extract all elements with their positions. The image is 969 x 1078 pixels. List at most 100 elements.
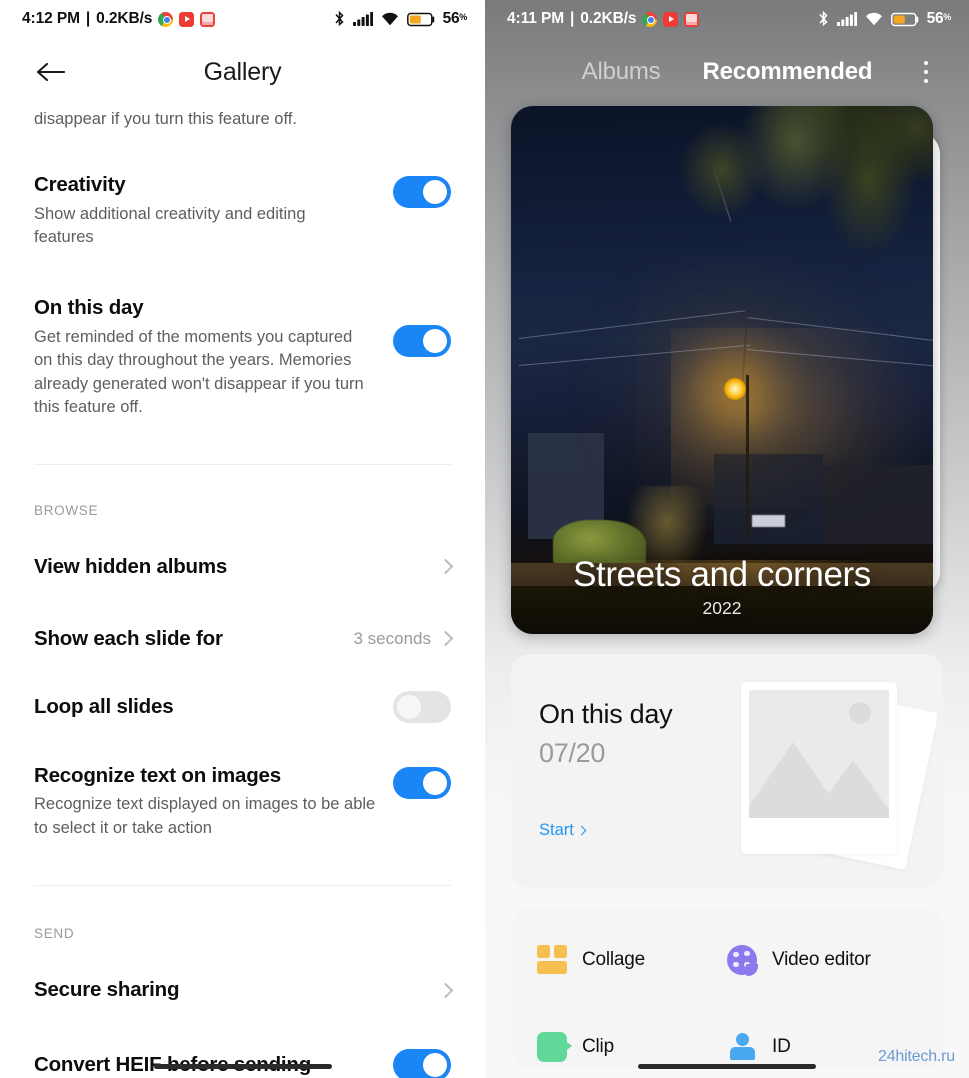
row-title: View hidden albums xyxy=(34,554,228,578)
setting-row-creativity[interactable]: Creativity Show additional creativity an… xyxy=(34,172,451,249)
signal-icon xyxy=(352,12,373,26)
recommended-content: Streets and corners 2022 On this day 07/… xyxy=(485,106,969,1068)
toggle-on-this-day[interactable] xyxy=(393,325,451,358)
id-photo-icon xyxy=(727,1032,757,1062)
status-bar-left-cluster: 4:12 PM | 0.2KB/s xyxy=(22,10,216,28)
status-separator: | xyxy=(85,10,91,27)
row-title: Show each slide for xyxy=(34,626,223,650)
start-label: Start xyxy=(539,821,574,839)
on-this-day-title: On this day xyxy=(539,699,673,729)
row-show-each-slide-for[interactable]: Show each slide for 3 seconds xyxy=(34,626,454,651)
battery-percent: 56% xyxy=(926,10,952,27)
gesture-navigation-bar[interactable] xyxy=(153,1064,332,1069)
kebab-menu-icon[interactable] xyxy=(911,55,941,89)
setting-row-on-this-day[interactable]: On this day Get reminded of the moments … xyxy=(34,295,451,419)
row-control xyxy=(437,558,454,575)
gallery-recommended-screen: 4:11 PM | 0.2KB/s 56% Albums Recommended… xyxy=(485,0,969,1078)
settings-top-bar: Gallery xyxy=(0,38,485,106)
tool-video-editor[interactable]: Video editor xyxy=(727,938,917,981)
group-label-send: SEND xyxy=(34,926,75,942)
utility-pole xyxy=(745,375,749,539)
album-hero-wrap: Streets and corners 2022 xyxy=(511,106,943,634)
status-bar-right: 4:11 PM | 0.2KB/s 56% xyxy=(485,0,969,38)
chrome-icon xyxy=(642,11,658,27)
chevron-right-icon xyxy=(437,982,454,998)
gallery-settings-screen: 4:12 PM | 0.2KB/s 56% Gallery disappear … xyxy=(0,0,485,1078)
toggle-creativity[interactable] xyxy=(393,175,451,208)
setting-description: Get reminded of the moments you captured… xyxy=(34,328,364,417)
on-this-day-start-link[interactable]: Start xyxy=(539,821,587,840)
tool-clip[interactable]: Clip xyxy=(537,1025,727,1068)
setting-title: Recognize text on images xyxy=(34,763,281,787)
on-this-day-card[interactable]: On this day 07/20 Start xyxy=(511,654,943,888)
tool-label: Video editor xyxy=(772,948,871,970)
back-button[interactable] xyxy=(31,53,69,91)
setting-row-recognize-text[interactable]: Recognize text on images Recognize text … xyxy=(34,763,451,840)
red-app-icon xyxy=(684,11,700,27)
building-center xyxy=(713,454,824,545)
row-title: Secure sharing xyxy=(34,978,180,1002)
photo-stack-illustration xyxy=(739,676,939,870)
toggle-knob xyxy=(423,770,447,795)
collage-icon xyxy=(537,944,567,975)
video-editor-icon xyxy=(727,944,758,976)
status-bar-right-cluster: 56% xyxy=(333,10,467,28)
row-view-hidden-albums[interactable]: View hidden albums xyxy=(34,554,454,579)
tool-label: Collage xyxy=(582,948,646,970)
setting-title: Creativity xyxy=(34,172,126,196)
clock-time: 4:11 PM xyxy=(507,10,565,27)
battery-icon xyxy=(890,12,918,26)
album-title: Streets and corners xyxy=(573,555,871,594)
partial-description-text: disappear if you turn this feature off. xyxy=(34,110,297,128)
toggle-knob xyxy=(423,179,447,204)
photo-front xyxy=(741,682,897,854)
lit-window xyxy=(751,515,786,527)
row-secure-sharing[interactable]: Secure sharing xyxy=(34,978,454,1002)
toggle-convert-heif[interactable] xyxy=(393,1049,451,1078)
setting-texts: On this day Get reminded of the moments … xyxy=(34,295,379,419)
tools-card: Collage Video editor Clip ID xyxy=(511,908,943,1068)
building-right xyxy=(823,465,933,545)
toggle-knob xyxy=(397,694,421,719)
tree-foliage xyxy=(675,106,933,333)
clip-icon xyxy=(537,1031,572,1062)
status-bar-left: 4:12 PM | 0.2KB/s 56% xyxy=(0,0,485,38)
status-bar-left-cluster: 4:11 PM | 0.2KB/s xyxy=(507,10,700,28)
tab-albums[interactable]: Albums xyxy=(582,58,661,86)
sun-icon xyxy=(849,702,871,724)
setting-description: Recognize text displayed on images to be… xyxy=(34,795,376,837)
page-title: Gallery xyxy=(203,57,282,86)
wifi-icon xyxy=(865,12,882,26)
album-card-streets-and-corners[interactable]: Streets and corners 2022 xyxy=(511,106,933,634)
setting-texts: Recognize text on images Recognize text … xyxy=(34,763,379,840)
tab-recommended[interactable]: Recommended xyxy=(702,58,872,86)
screenshot-root: 4:12 PM | 0.2KB/s 56% Gallery disappear … xyxy=(0,0,969,1078)
clock-time: 4:12 PM xyxy=(22,10,80,27)
watermark: 24hitech.ru xyxy=(878,1048,955,1065)
wifi-icon xyxy=(381,12,398,26)
youtube-icon xyxy=(663,11,679,27)
battery-percent: 56% xyxy=(442,10,468,27)
tool-label: ID xyxy=(772,1035,791,1057)
gesture-navigation-bar[interactable] xyxy=(638,1064,816,1069)
tool-collage[interactable]: Collage xyxy=(537,938,727,981)
row-loop-all-slides[interactable]: Loop all slides xyxy=(34,690,451,723)
chevron-right-icon xyxy=(576,825,587,836)
album-year: 2022 xyxy=(702,598,742,618)
setting-title: On this day xyxy=(34,296,144,320)
toggle-recognize-text[interactable] xyxy=(393,766,451,799)
row-title: Loop all slides xyxy=(34,694,174,718)
toggle-knob xyxy=(423,329,447,354)
row-control: 3 seconds xyxy=(354,629,454,649)
settings-list: disappear if you turn this feature off. … xyxy=(0,108,485,1078)
chevron-right-icon xyxy=(437,630,454,647)
network-speed: 0.2KB/s xyxy=(580,10,637,27)
chevron-right-icon xyxy=(437,558,454,575)
toggle-loop-all-slides[interactable] xyxy=(393,690,451,723)
row-control xyxy=(437,982,454,998)
youtube-icon xyxy=(179,11,195,27)
bluetooth-icon xyxy=(335,10,344,27)
setting-description: Show additional creativity and editing f… xyxy=(34,204,306,246)
mountain-shape xyxy=(811,760,889,818)
tool-label: Clip xyxy=(582,1035,614,1057)
